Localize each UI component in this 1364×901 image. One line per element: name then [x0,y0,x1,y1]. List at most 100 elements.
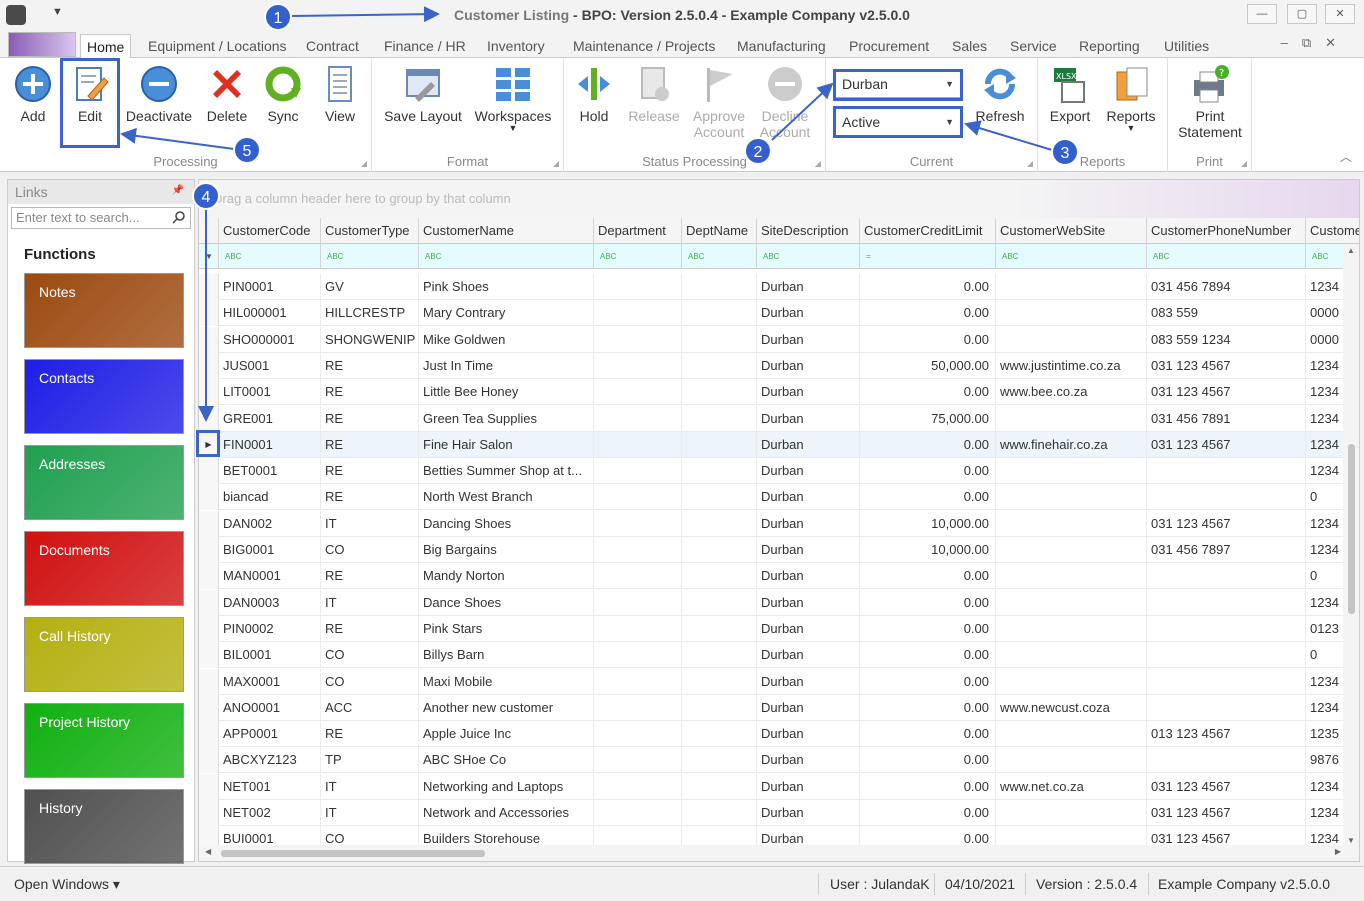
cell-customercode[interactable]: DAN002 [219,510,321,537]
maximize-button[interactable]: ▢ [1287,4,1317,24]
approve-account-button[interactable]: Approve Account [688,62,750,148]
cell-customername[interactable]: Mike Goldwen [419,326,594,353]
function-button-notes[interactable]: Notes [24,273,184,348]
cell-customerphonenumber[interactable]: 083 559 [1147,300,1306,327]
cell-deptname[interactable] [682,274,757,300]
row-indicator[interactable] [199,300,219,327]
cell-deptname[interactable] [682,721,757,748]
function-button-call-history[interactable]: Call History [24,617,184,692]
cell-sitedescription[interactable]: Durban [757,721,860,748]
cell-sitedescription[interactable]: Durban [757,563,860,590]
cell-customercode[interactable]: ABCXYZ123 [219,747,321,774]
cell-customerwebsite[interactable]: www.net.co.za [996,773,1147,800]
cell-deptname[interactable] [682,484,757,511]
cell-department[interactable] [594,431,682,458]
save-layout-button[interactable]: Save Layout [382,62,464,148]
table-row[interactable]: PIN0002 RE Pink Stars Durban 0.00 0123 [199,615,1359,642]
cell-deptname[interactable] [682,668,757,695]
cell-customercode[interactable]: APP0001 [219,721,321,748]
cell-sitedescription[interactable]: Durban [757,510,860,537]
cell-customername[interactable]: Pink Stars [419,615,594,642]
cell-deptname[interactable] [682,510,757,537]
tab-manufacturing[interactable]: Manufacturing [731,34,832,58]
filter-cell-customerphonenumber[interactable]: ABC [1147,244,1306,269]
row-indicator[interactable] [199,800,219,826]
cell-customertype[interactable]: IT [321,773,419,800]
filter-cell-customercreditlimit[interactable]: = [860,244,996,269]
cell-customercode[interactable]: BIG0001 [219,537,321,563]
cell-customercreditlimit[interactable]: 0.00 [860,721,996,748]
cell-sitedescription[interactable]: Durban [757,747,860,774]
cell-customerphonenumber[interactable]: 031 123 4567 [1147,800,1306,826]
cell-customertype[interactable]: GV [321,274,419,300]
cell-customerphonenumber[interactable] [1147,458,1306,485]
cell-sitedescription[interactable]: Durban [757,274,860,300]
cell-customerphonenumber[interactable] [1147,589,1306,616]
cell-customername[interactable]: Dance Shoes [419,589,594,616]
cell-deptname[interactable] [682,642,757,669]
cell-customercode[interactable]: NET002 [219,800,321,826]
tab-equipment-locations[interactable]: Equipment / Locations [142,34,293,58]
column-header-customerwebsite[interactable]: CustomerWebSite [996,218,1147,244]
row-indicator[interactable] [199,274,219,300]
cell-customercode[interactable]: biancad [219,484,321,511]
cell-customername[interactable]: Network and Accessories [419,800,594,826]
filter-cell-sitedescription[interactable]: ABC [757,244,860,269]
cell-customertype[interactable]: TP [321,747,419,774]
cell-customertype[interactable]: RE [321,379,419,406]
cell-customername[interactable]: Green Tea Supplies [419,405,594,432]
cell-sitedescription[interactable]: Durban [757,642,860,669]
table-row[interactable]: DAN0003 IT Dance Shoes Durban 0.00 1234 [199,589,1359,616]
cell-customername[interactable]: Billys Barn [419,642,594,669]
cell-customerwebsite[interactable] [996,326,1147,353]
cell-department[interactable] [594,563,682,590]
table-row[interactable]: HIL000001 HILLCRESTP Mary Contrary Durban 0.… [199,300,1359,327]
cell-department[interactable] [594,668,682,695]
row-indicator[interactable] [199,510,219,537]
tab-contract[interactable]: Contract [300,34,365,58]
scroll-down-icon[interactable]: ▼ [1347,836,1355,845]
horizontal-scrollbar[interactable]: ◀ ▶ [199,845,1359,861]
cell-deptname[interactable] [682,773,757,800]
cell-customername[interactable]: Mandy Norton [419,563,594,590]
cell-customertype[interactable]: RE [321,615,419,642]
pin-icon[interactable]: 📌 [172,185,184,196]
cell-department[interactable] [594,300,682,327]
vertical-scrollbar[interactable]: ▲ ▼ [1343,244,1359,847]
cell-deptname[interactable] [682,589,757,616]
table-row[interactable]: ABCXYZ123 TP ABC SHoe Co Durban 0.00 9876 [199,747,1359,774]
cell-department[interactable] [594,379,682,406]
cell-sitedescription[interactable]: Durban [757,326,860,353]
cell-customerwebsite[interactable] [996,405,1147,432]
row-indicator[interactable] [199,484,219,511]
cell-deptname[interactable] [682,405,757,432]
cell-deptname[interactable] [682,694,757,721]
cell-sitedescription[interactable]: Durban [757,589,860,616]
cell-department[interactable] [594,537,682,563]
format-launcher-icon[interactable]: ◢ [553,159,559,168]
cell-customercreditlimit[interactable]: 0.00 [860,484,996,511]
cell-customercode[interactable]: GRE001 [219,405,321,432]
function-button-addresses[interactable]: Addresses [24,445,184,520]
cell-customertype[interactable]: ACC [321,694,419,721]
cell-customercode[interactable]: BIL0001 [219,642,321,669]
cell-customername[interactable]: Little Bee Honey [419,379,594,406]
search-icon[interactable] [172,210,186,224]
cell-customercreditlimit[interactable]: 0.00 [860,589,996,616]
cell-customertype[interactable]: IT [321,510,419,537]
cell-department[interactable] [594,589,682,616]
cell-customerwebsite[interactable]: www.bee.co.za [996,379,1147,406]
table-row[interactable]: MAX0001 CO Maxi Mobile Durban 0.00 1234 [199,668,1359,695]
close-button[interactable]: ✕ [1325,4,1355,24]
cell-sitedescription[interactable]: Durban [757,300,860,327]
cell-customerwebsite[interactable] [996,589,1147,616]
scroll-left-icon[interactable]: ◀ [205,847,211,856]
row-indicator[interactable] [199,537,219,563]
cell-customercode[interactable]: DAN0003 [219,589,321,616]
filter-cell-customerwebsite[interactable]: ABC [996,244,1147,269]
row-indicator[interactable] [199,747,219,774]
cell-customername[interactable]: Maxi Mobile [419,668,594,695]
table-row[interactable]: DAN002 IT Dancing Shoes Durban 10,000.00 031 … [199,510,1359,537]
cell-customerwebsite[interactable] [996,642,1147,669]
collapse-ribbon-icon[interactable]: ︿ [1340,148,1352,165]
